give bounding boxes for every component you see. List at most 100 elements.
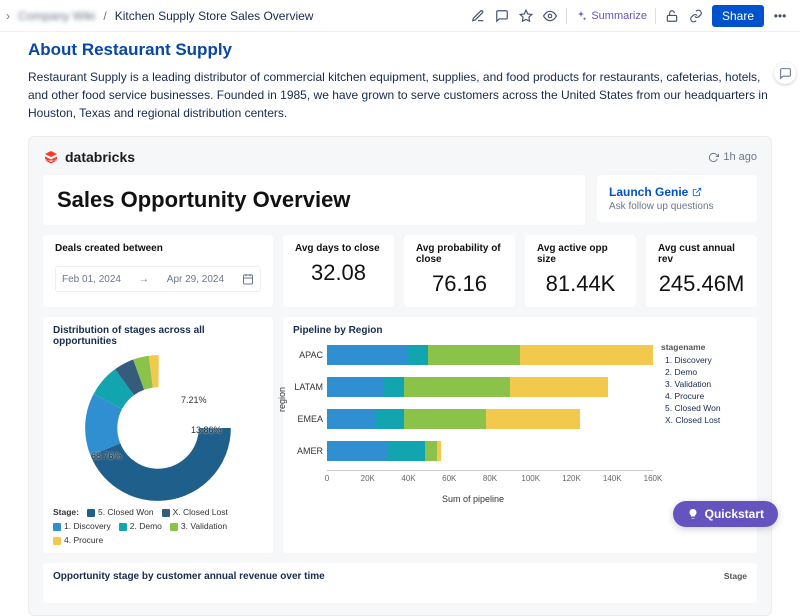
kpi-days-to-close: Avg days to close 32.08 [283,235,394,307]
date-filter-card: Deals created between Feb 01, 2024 → Apr… [43,235,273,307]
bar-segment [408,345,428,365]
breadcrumb-separator: / [103,9,106,23]
intro-text: Restaurant Supply is a leading distribut… [28,68,772,122]
bar-segment [486,409,580,429]
bar-segment [404,409,486,429]
external-link-icon [692,187,702,197]
lower-chart-title: Opportunity stage by customer annual rev… [53,571,325,582]
refresh-time: 1h ago [723,151,757,163]
summarize-label: Summarize [591,10,647,22]
bar-ylabel: region [277,387,287,412]
kpi-label: Avg active opp size [537,243,624,265]
bar-segment [425,441,437,461]
bar-segment [327,409,376,429]
donut-legend: Stage: 5. Closed Won X. Closed Lost 1. D… [53,507,263,545]
dashboard-header: databricks 1h ago [43,149,757,165]
x-tick: 160K [644,474,663,483]
x-tick: 120K [562,474,581,483]
lower-chart-card: Opportunity stage by customer annual rev… [43,563,757,603]
bar-segment [437,441,441,461]
inline-comment-icon[interactable] [774,62,796,84]
kpi-label: Avg days to close [295,243,382,254]
x-tick: 100K [521,474,540,483]
launch-genie-link[interactable]: Launch Genie [609,185,745,199]
page-body: About Restaurant Supply Restaurant Suppl… [0,32,800,616]
bar-stack [327,377,653,397]
link-icon[interactable] [688,8,704,24]
genie-card: Launch Genie Ask follow up questions [597,175,757,222]
bar-cat-label: EMEA [293,414,327,424]
databricks-logo: databricks [43,149,135,165]
bar-stack [327,441,653,461]
bar-cat-label: AMER [293,446,327,456]
bar-cat-label: APAC [293,350,327,360]
share-button[interactable]: Share [712,5,764,27]
bar-segment [376,409,405,429]
kpi-annual-rev: Avg cust annual rev 245.46M [646,235,757,307]
bar-stack [327,345,653,365]
bar-row: AMER [293,438,653,464]
donut-chart-card: Distribution of stages across all opport… [43,317,273,553]
bar-segment [327,377,384,397]
bar-segment [428,345,521,365]
breadcrumb-parent[interactable]: Company Wiki [18,9,95,23]
bar-legend: stagename 1. Discovery 2. Demo 3. Valida… [661,342,747,504]
calendar-icon [242,273,254,285]
bar-title: Pipeline by Region [293,325,747,336]
databricks-icon [43,149,59,165]
refresh-icon[interactable] [708,152,719,163]
bar-x-axis: 020K40K60K80K100K120K140K160K [327,470,653,494]
x-tick: 140K [603,474,622,483]
donut-pct-won: 68.76% [91,451,122,461]
lightbulb-icon [687,508,699,520]
breadcrumb-current: Kitchen Supply Store Sales Overview [115,9,314,23]
bar-chart: region APACLATAMEMEAAMER 020K40K60K80K10… [293,342,653,504]
page-title: About Restaurant Supply [28,40,772,60]
bar-cat-label: LATAM [293,382,327,392]
bar-segment [327,441,388,461]
lower-legend-header: Stage [724,571,747,581]
quickstart-label: Quickstart [705,507,764,521]
kpi-label: Avg cust annual rev [658,243,745,265]
bar-segment [327,345,408,365]
bar-row: LATAM [293,374,653,400]
quickstart-button[interactable]: Quickstart [673,501,778,527]
kpi-value: 81.44K [537,271,624,297]
donut-pct-discovery: 13.86% [191,425,222,435]
comment-icon[interactable] [494,8,510,24]
date-range-picker[interactable]: Feb 01, 2024 → Apr 29, 2024 [55,266,261,292]
separator [655,8,656,24]
chevron-right-icon[interactable]: › [6,9,10,23]
filter-label: Deals created between [55,243,261,254]
date-to: Apr 29, 2024 [167,274,224,285]
x-tick: 20K [361,474,375,483]
lock-icon[interactable] [664,8,680,24]
bar-row: EMEA [293,406,653,432]
bar-segment [388,441,425,461]
bar-segment [404,377,510,397]
dashboard-embed: databricks 1h ago Sales Opportunity Over… [28,136,772,616]
bar-xlabel: Sum of pipeline [293,494,653,504]
x-tick: 0 [325,474,329,483]
bar-legend-header: stagename [661,342,747,352]
dashboard-title: Sales Opportunity Overview [43,175,585,225]
star-icon[interactable] [518,8,534,24]
kpi-prob-close: Avg probability of close 76.16 [404,235,515,307]
kpi-value: 245.46M [658,271,745,297]
donut-pct-demo: 7.21% [181,395,207,405]
x-tick: 80K [483,474,497,483]
brand-text: databricks [65,149,135,165]
x-tick: 60K [442,474,456,483]
edit-icon[interactable] [470,8,486,24]
genie-subtext: Ask follow up questions [609,201,745,212]
bar-stack [327,409,653,429]
summarize-button[interactable]: Summarize [575,10,647,22]
more-icon[interactable]: ••• [772,8,788,24]
separator [566,8,567,24]
bar-row: APAC [293,342,653,368]
bar-segment [520,345,653,365]
kpi-label: Avg probability of close [416,243,503,265]
donut-chart: 68.76% 13.86% 7.21% [73,353,243,503]
genie-link-text: Launch Genie [609,185,688,199]
watch-icon[interactable] [542,8,558,24]
